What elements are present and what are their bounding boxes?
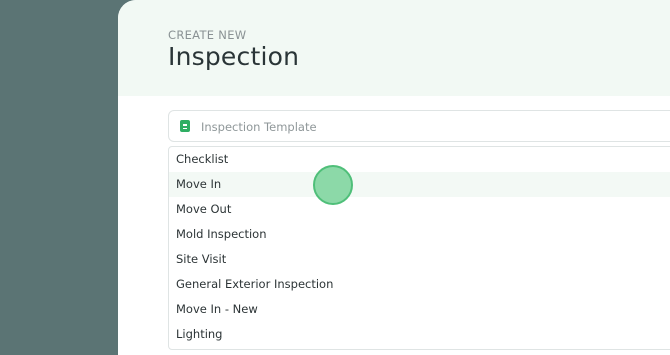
inspection-template-select[interactable]: Inspection Template [168, 110, 670, 142]
option-move-out[interactable]: Move Out [169, 197, 670, 222]
template-options-list: Checklist Move In Move Out Mold Inspecti… [168, 146, 670, 350]
option-lighting[interactable]: Lighting [169, 322, 670, 347]
option-site-visit[interactable]: Site Visit [169, 247, 670, 272]
create-inspection-panel: CREATE NEW Inspection Inspection Templat… [118, 0, 670, 355]
option-general-exterior-inspection[interactable]: General Exterior Inspection [169, 272, 670, 297]
inspection-template-placeholder: Inspection Template [201, 120, 317, 134]
page-title: Inspection [168, 42, 300, 71]
template-document-icon [180, 120, 190, 132]
option-move-in-new[interactable]: Move In - New [169, 297, 670, 322]
cursor-indicator [313, 165, 353, 205]
option-mold-inspection[interactable]: Mold Inspection [169, 222, 670, 247]
panel-header: CREATE NEW Inspection [118, 0, 670, 96]
form-eyebrow: CREATE NEW [168, 28, 247, 42]
option-checklist[interactable]: Checklist [169, 147, 670, 172]
option-move-in[interactable]: Move In [169, 172, 670, 197]
